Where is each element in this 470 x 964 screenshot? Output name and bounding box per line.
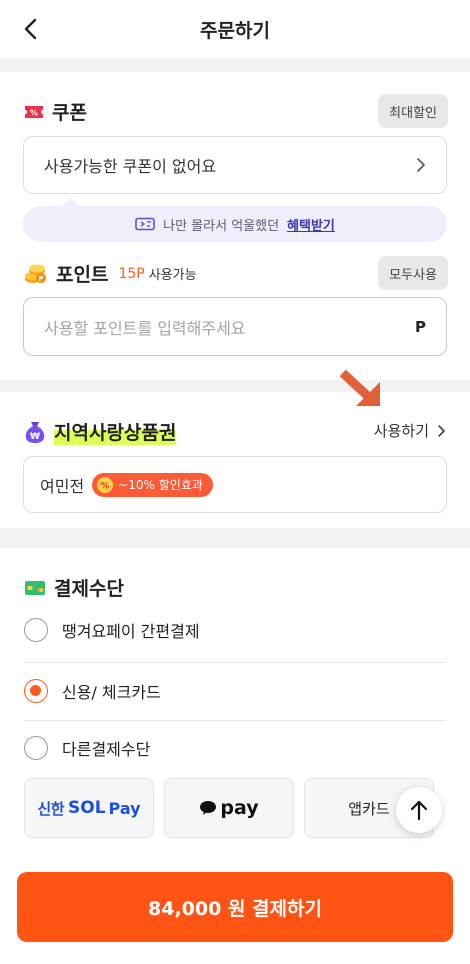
svg-text:₩: ₩ bbox=[30, 432, 40, 442]
header-bar: 주문하기 bbox=[0, 0, 470, 58]
shinhan-sol-pay-button[interactable]: 신한 SOL Pay bbox=[24, 778, 154, 838]
arrow-up-icon bbox=[410, 800, 428, 821]
page-title: 주문하기 bbox=[200, 20, 270, 42]
app-card-label: 앱카드 bbox=[348, 799, 390, 818]
money-bag-icon: ₩ bbox=[25, 421, 45, 443]
payment-option-label: 다른결제수단 bbox=[62, 740, 151, 759]
voucher-item[interactable]: 여민전 % ~10% 할인효과 bbox=[23, 456, 447, 513]
payment-title: 결제수단 bbox=[54, 578, 124, 600]
discount-tag-icon: % bbox=[97, 476, 114, 493]
radio-button[interactable] bbox=[24, 618, 48, 642]
discount-badge-text: ~10% 할인효과 bbox=[118, 478, 203, 492]
use-voucher-link[interactable]: 사용하기 bbox=[374, 420, 446, 441]
max-discount-button[interactable]: 최대할인 bbox=[378, 94, 448, 128]
banner-text: 나만 몰라서 억울했던 bbox=[163, 218, 280, 234]
points-title: 포인트 bbox=[56, 264, 109, 286]
svg-text:P: P bbox=[38, 275, 43, 283]
payment-option-other[interactable]: 다른결제수단 bbox=[24, 719, 446, 777]
discount-badge: % ~10% 할인효과 bbox=[92, 472, 213, 497]
local-voucher-section: ₩ 지역사랑상품권 사용하기 여민전 % ~10% 할인효과 bbox=[0, 370, 470, 528]
shinhan-label: 신한 bbox=[37, 799, 65, 818]
coupon-header: % 쿠폰 bbox=[24, 98, 87, 125]
benefit-banner[interactable]: 나만 몰라서 억울했던 혜택받기 bbox=[23, 198, 447, 242]
benefit-link[interactable]: 혜택받기 bbox=[287, 215, 335, 234]
points-header: P 포인트 15P 사용가능 bbox=[24, 260, 197, 287]
kakao-pay-label: pay bbox=[220, 797, 259, 819]
speech-bubble-icon bbox=[200, 801, 217, 815]
kakao-pay-button[interactable]: pay bbox=[164, 778, 294, 838]
payment-option-card[interactable]: 신용/ 체크카드 bbox=[24, 662, 446, 720]
coupon-select-box[interactable]: 사용가능한 쿠폰이 없어요 bbox=[23, 136, 447, 194]
pointer-arrow-icon bbox=[340, 370, 380, 407]
payment-option-label: 땡겨요페이 간편결제 bbox=[62, 622, 200, 641]
checkout-button[interactable]: 84,000 원 결제하기 bbox=[17, 872, 453, 942]
chevron-right-icon bbox=[417, 158, 425, 172]
payment-option-label: 신용/ 체크카드 bbox=[62, 683, 161, 702]
footer-bar: 84,000 원 결제하기 bbox=[0, 864, 470, 964]
pay-label: Pay bbox=[108, 798, 141, 818]
coupon-title: 쿠폰 bbox=[52, 102, 87, 124]
points-unit: P bbox=[415, 317, 426, 336]
points-input[interactable]: 사용할 포인트를 입력해주세요 P bbox=[23, 297, 447, 356]
svg-text:%: % bbox=[30, 108, 38, 117]
points-available-label: 사용가능 bbox=[148, 268, 197, 283]
points-input-placeholder: 사용할 포인트를 입력해주세요 bbox=[44, 318, 246, 338]
svg-text:%: % bbox=[101, 481, 110, 491]
radio-button[interactable] bbox=[24, 736, 48, 760]
local-voucher-header: ₩ 지역사랑상품권 bbox=[24, 418, 177, 445]
ticket-icon bbox=[135, 217, 155, 231]
use-all-points-button[interactable]: 모두사용 bbox=[378, 256, 448, 290]
use-voucher-label: 사용하기 bbox=[373, 422, 429, 440]
coupon-icon: % bbox=[25, 105, 43, 118]
radio-button-selected[interactable] bbox=[24, 679, 48, 703]
sol-label: SOL bbox=[68, 798, 106, 818]
payment-header: 결제수단 bbox=[24, 574, 124, 601]
voucher-name: 여민전 bbox=[40, 476, 85, 496]
local-voucher-title: 지역사랑상품권 bbox=[54, 418, 177, 445]
coupon-status-text: 사용가능한 쿠폰이 없어요 bbox=[44, 157, 217, 176]
coupon-points-section: % 쿠폰 최대할인 사용가능한 쿠폰이 없어요 나만 몰라서 억울했던 혜택받기… bbox=[0, 72, 470, 380]
coins-icon: P bbox=[25, 264, 46, 283]
payment-option-easy-pay[interactable]: 땡겨요페이 간편결제 bbox=[24, 601, 446, 659]
points-available-amount: 15P bbox=[118, 265, 145, 282]
banner-caret bbox=[63, 198, 79, 206]
credit-card-icon bbox=[25, 580, 45, 595]
chevron-right-icon bbox=[438, 424, 445, 437]
scroll-top-button[interactable] bbox=[396, 787, 442, 833]
